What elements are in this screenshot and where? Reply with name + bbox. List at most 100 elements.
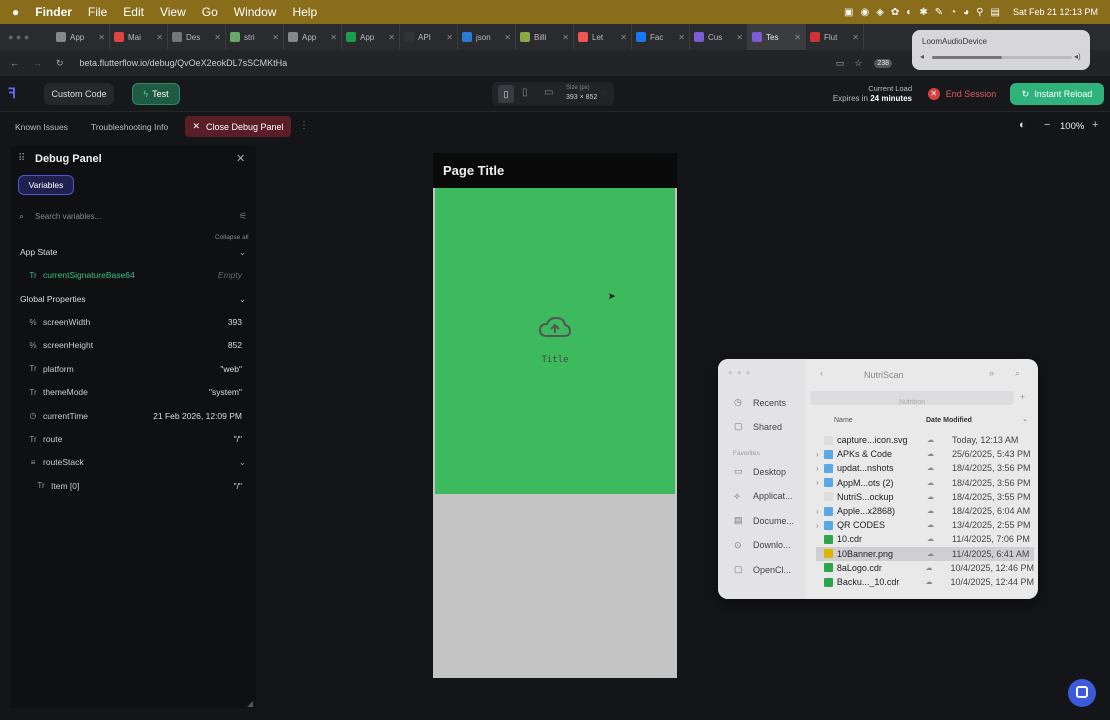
variable-row[interactable]: ≡ routeStack ⌄	[10, 452, 256, 472]
desktop-device-icon[interactable]: ▭	[544, 87, 553, 98]
search-icon[interactable]: ⌕	[1015, 368, 1020, 379]
variable-row[interactable]: Tr currentSignatureBase64 Empty	[10, 265, 256, 285]
close-tab-icon[interactable]: ✕	[272, 33, 279, 42]
variable-row[interactable]: Tr route "/"	[10, 429, 256, 449]
close-tab-icon[interactable]: ✕	[446, 33, 453, 42]
test-button[interactable]: ϟ Test	[132, 83, 180, 105]
browser-tab[interactable]: Mai ✕	[110, 24, 168, 50]
close-tab-icon[interactable]: ✕	[504, 33, 511, 42]
reload-icon[interactable]: ↻	[56, 58, 64, 69]
close-tab-icon[interactable]: ✕	[620, 33, 627, 42]
section-app-state[interactable]: App State ⌄	[10, 242, 256, 262]
close-tab-icon[interactable]: ✕	[736, 33, 743, 42]
finder-file-row[interactable]: 10.cdr ☁ 11/4/2025, 7:06 PM	[816, 532, 1034, 546]
close-tab-icon[interactable]: ✕	[388, 33, 395, 42]
menu-file[interactable]: File	[88, 5, 107, 19]
finder-favorite-item[interactable]: ⊙ Downlo...	[734, 540, 791, 551]
finder-file-row[interactable]: 8aLogo.cdr ☁ 10/4/2025, 12:46 PM	[816, 561, 1034, 575]
tablet-device-icon[interactable]: ▯	[522, 87, 528, 98]
close-icon[interactable]: ✕	[236, 152, 245, 165]
window-controls[interactable]: ● ● ●	[0, 32, 52, 42]
browser-tab[interactable]: Fac ✕	[632, 24, 690, 50]
close-tab-icon[interactable]: ✕	[214, 33, 221, 42]
theme-toggle-icon[interactable]: ◐	[1019, 119, 1026, 131]
finder-file-row[interactable]: Backu..._10.cdr ☁ 10/4/2025, 12:44 PM	[816, 575, 1034, 589]
variable-row[interactable]: ◷ currentTime 21 Feb 2026, 12:09 PM	[10, 406, 256, 426]
browser-tab[interactable]: Cus ✕	[690, 24, 748, 50]
finder-favorite-item[interactable]: ▭ Desktop	[734, 466, 786, 477]
filter-icon[interactable]: ⚟	[239, 211, 247, 222]
menu-edit[interactable]: Edit	[123, 5, 144, 19]
finder-file-row[interactable]: › AppM...ots (2) ☁ 18/4/2025, 3:56 PM	[816, 476, 1034, 490]
browser-tab[interactable]: App ✕	[342, 24, 400, 50]
finder-favorite-item[interactable]: ▢ OpenCl...	[734, 564, 791, 575]
finder-file-row[interactable]: capture...icon.svg ☁ Today, 12:13 AM	[816, 433, 1034, 447]
finder-favorite-item[interactable]: ⟡ Applicat...	[734, 491, 793, 502]
cast-icon[interactable]: ▭	[836, 58, 845, 69]
close-tab-icon[interactable]: ✕	[678, 33, 685, 42]
menu-view[interactable]: View	[160, 5, 186, 19]
resize-handle-icon[interactable]: ◢	[247, 699, 253, 708]
zoom-in-icon[interactable]: +	[1092, 119, 1098, 131]
finder-file-row[interactable]: › updat...nshots ☁ 18/4/2025, 3:56 PM	[816, 461, 1034, 475]
disclosure-icon[interactable]: ›	[816, 507, 824, 516]
finder-file-row[interactable]: › APKs & Code ☁ 25/6/2025, 5:43 PM	[816, 447, 1034, 461]
finder-favorite-item[interactable]: ▤ Docume...	[734, 515, 794, 526]
finder-file-row[interactable]: 10Banner.png ☁ 11/4/2025, 6:41 AM	[816, 546, 1034, 561]
more-options-icon[interactable]: ⋮	[299, 120, 309, 131]
add-icon[interactable]: +	[1020, 392, 1025, 402]
browser-tab[interactable]: Let ✕	[574, 24, 632, 50]
browser-tab[interactable]: json ✕	[458, 24, 516, 50]
close-tab-icon[interactable]: ✕	[330, 33, 337, 42]
browser-tab[interactable]: stri ✕	[226, 24, 284, 50]
close-debug-panel-button[interactable]: ✕ Close Debug Panel	[185, 116, 291, 137]
menu-app-name[interactable]: Finder	[35, 5, 72, 19]
browser-tab[interactable]: Des ✕	[168, 24, 226, 50]
extension-badge[interactable]: 238	[874, 58, 892, 68]
custom-code-button[interactable]: Custom Code	[44, 83, 114, 105]
phone-device-icon[interactable]: ▯	[498, 85, 514, 103]
variable-row[interactable]: Tr platform "web"	[10, 359, 256, 379]
search-input[interactable]: Search variables...	[35, 212, 101, 221]
browser-tab[interactable]: App ✕	[52, 24, 110, 50]
browser-tab[interactable]: Billi ✕	[516, 24, 574, 50]
menu-go[interactable]: Go	[202, 5, 218, 19]
disclosure-icon[interactable]: ›	[816, 521, 824, 530]
disclosure-icon[interactable]: ›	[816, 478, 824, 487]
chevron-down-icon[interactable]: ⌄	[239, 457, 246, 468]
url-field[interactable]: beta.flutterflow.io/debug/QvOeX2eokDL7sS…	[80, 58, 288, 68]
disclosure-icon[interactable]: ›	[816, 464, 824, 473]
back-icon[interactable]: ←	[10, 58, 19, 68]
finder-search-field[interactable]: Nutrition	[810, 391, 1014, 406]
volume-slider[interactable]	[932, 56, 1072, 59]
instant-reload-button[interactable]: ↻ Instant Reload	[1010, 83, 1104, 105]
collapse-all-link[interactable]: Collapse all	[215, 234, 249, 241]
menu-help[interactable]: Help	[292, 5, 317, 19]
finder-file-row[interactable]: › QR CODES ☁ 13/4/2025, 2:55 PM	[816, 518, 1034, 532]
tab-variables[interactable]: Variables	[18, 175, 74, 195]
browser-tab[interactable]: Flut ✕	[806, 24, 864, 50]
close-tab-icon[interactable]: ✕	[562, 33, 569, 42]
finder-file-row[interactable]: › Apple...x2868) ☁ 18/4/2025, 6:04 AM	[816, 504, 1034, 518]
close-tab-icon[interactable]: ✕	[98, 33, 105, 42]
window-controls[interactable]: ●●●	[728, 368, 755, 377]
variable-row[interactable]: Tr Item [0] "/"	[10, 476, 256, 496]
zoom-out-icon[interactable]: −	[1044, 119, 1050, 131]
finder-sidebar-item[interactable]: ◷ Recents	[734, 397, 786, 408]
end-session-button[interactable]: ✕ End Session	[922, 83, 1002, 105]
col-date-header[interactable]: Date Modified	[926, 417, 972, 424]
troubleshooting-link[interactable]: Troubleshooting Info	[91, 122, 168, 132]
browser-tab[interactable]: Tes ✕	[748, 24, 806, 50]
finder-sidebar-item[interactable]: ▢ Shared	[734, 421, 782, 432]
variable-row[interactable]: Tr themeMode "system"	[10, 382, 256, 402]
close-tab-icon[interactable]: ✕	[794, 33, 801, 42]
rotate-icon[interactable]: ◌	[602, 88, 607, 97]
close-tab-icon[interactable]: ✕	[156, 33, 163, 42]
forward-icon[interactable]: →	[33, 58, 42, 68]
chat-launcher-button[interactable]	[1068, 679, 1096, 707]
known-issues-link[interactable]: Known Issues	[15, 122, 68, 132]
more-chevrons-icon[interactable]: »	[989, 368, 994, 378]
loom-audio-popover[interactable]: LoomAudioDevice ◂ ◂)	[912, 30, 1090, 70]
finder-file-row[interactable]: NutriS...ockup ☁ 18/4/2025, 3:55 PM	[816, 490, 1034, 504]
close-tab-icon[interactable]: ✕	[852, 33, 859, 42]
